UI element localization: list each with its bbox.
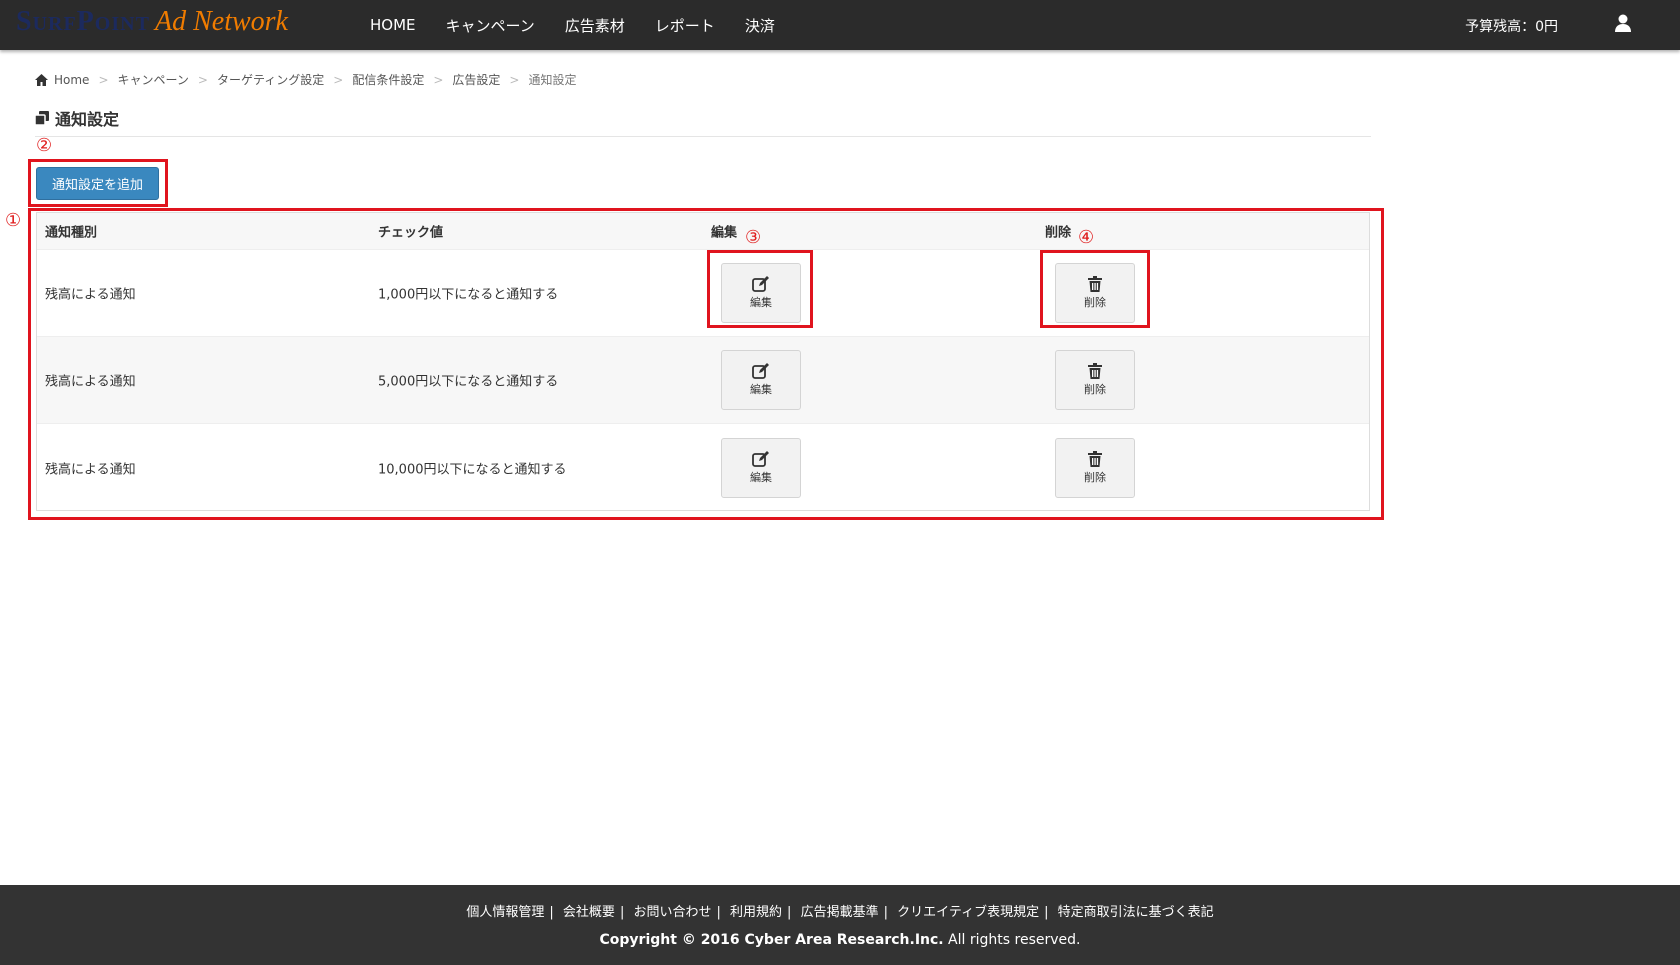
notification-table: 通知種別 チェック値 編集 削除 残高による通知 1,000円以下になると通知す… [36,212,1370,511]
menu-report[interactable]: レポート [655,15,715,36]
annotation-2: ② [36,135,53,156]
annotation-box-3 [707,250,813,328]
annotation-4: ④ [1078,227,1095,248]
footer-links: 個人情報管理 | 会社概要 | お問い合わせ | 利用規約 | 広告掲載基準 | クリエイ… [466,905,1214,920]
breadcrumb-ad-settings[interactable]: 広告設定 [452,71,500,88]
table-row: 残高による通知 1,000円以下になると通知する 編集 削除 [37,250,1369,337]
top-navbar: SurfPoint Ad Network HOME キャンペーン 広告素材 レポ… [0,0,1680,50]
edit-icon [752,450,769,467]
edit-icon [752,363,769,379]
budget-balance: 予算残高：0円 [1465,19,1558,35]
delete-button[interactable]: 削除 [1055,437,1135,498]
menu-payment[interactable]: 決済 [745,15,775,36]
logo[interactable]: SurfPoint Ad Network [16,6,288,38]
table-header: 通知種別 チェック値 編集 削除 [37,213,1369,250]
breadcrumb: Home > キャンペーン > ターゲティング設定 > 配信条件設定 > 広告設定 > 通… [35,71,576,88]
copyright: Copyright © 2016 Cyber Area Research.Inc… [599,932,1081,948]
breadcrumb-home[interactable]: Home [54,73,89,87]
footer-link-ad-standards[interactable]: 広告掲載基準 [801,905,879,920]
table-row: 残高による通知 5,000円以下になると通知する 編集 削除 [37,337,1369,424]
user-icon[interactable] [1614,14,1632,32]
add-notification-button[interactable]: 通知設定を追加 [36,167,159,200]
breadcrumb-delivery[interactable]: 配信条件設定 [352,71,424,88]
footer-link-terms[interactable]: 利用規約 [730,905,782,920]
trash-icon [1088,363,1102,379]
breadcrumb-targeting[interactable]: ターゲティング設定 [217,71,324,88]
breadcrumb-current: 通知設定 [528,73,577,87]
table-row: 残高による通知 10,000円以下になると通知する 編集 削除 [37,424,1369,511]
edit-button[interactable]: 編集 [721,437,801,498]
trash-icon [1088,450,1102,467]
main-menu: HOME キャンペーン 広告素材 レポート 決済 [370,0,805,50]
page-title: 通知設定 [35,106,119,130]
annotation-box-4 [1040,250,1150,328]
annotation-1: ① [5,210,22,231]
footer-link-contact[interactable]: お問い合わせ [633,905,711,920]
footer-link-privacy[interactable]: 個人情報管理 [466,905,544,920]
home-icon [35,73,48,86]
copy-icon [35,111,49,125]
footer-link-commerce-law[interactable]: 特定商取引法に基づく表記 [1058,905,1214,920]
menu-home[interactable]: HOME [370,16,416,34]
divider [35,136,1371,137]
footer-link-company[interactable]: 会社概要 [563,905,615,920]
delete-button[interactable]: 削除 [1055,350,1135,410]
footer-link-creative-rules[interactable]: クリエイティブ表現規定 [897,905,1039,920]
menu-creatives[interactable]: 広告素材 [565,15,625,36]
annotation-3: ③ [745,227,762,248]
footer: 個人情報管理 | 会社概要 | お問い合わせ | 利用規約 | 広告掲載基準 | クリエイ… [0,885,1680,965]
edit-button[interactable]: 編集 [721,350,801,410]
breadcrumb-campaign[interactable]: キャンペーン [118,71,189,88]
menu-campaign[interactable]: キャンペーン [446,15,535,36]
